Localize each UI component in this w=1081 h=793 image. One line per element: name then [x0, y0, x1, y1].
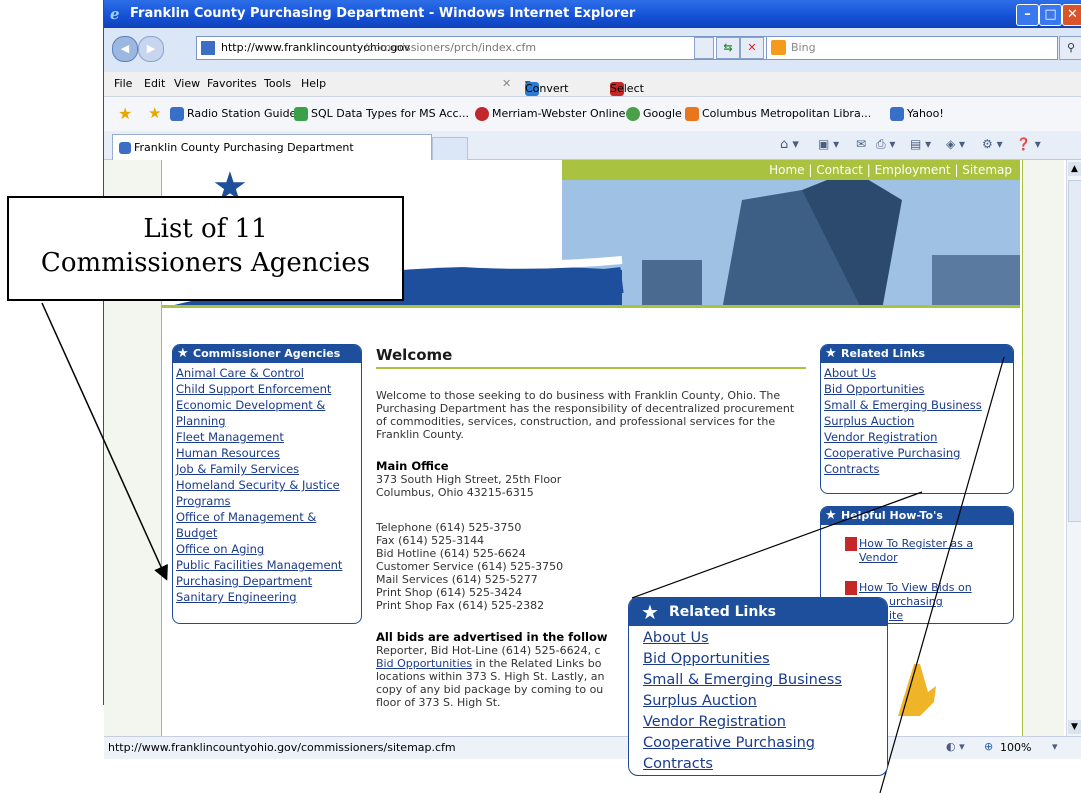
zoomed-related-links-list: About Us Bid Opportunities Small & Emerg… [629, 626, 887, 775]
arrow-to-purchasing [41, 302, 168, 581]
zoomed-related-link[interactable]: Cooperative Purchasing [629, 733, 887, 754]
zoomed-related-link[interactable]: Vendor Registration [629, 712, 887, 733]
zoomed-related-links-header: ★ Related Links [629, 598, 887, 626]
zoomed-related-link[interactable]: Small & Emerging Business [629, 670, 887, 691]
zoomed-related-link[interactable]: Bid Opportunities [629, 649, 887, 670]
zoomed-related-link[interactable]: About Us [629, 628, 887, 649]
zoom-line-top [631, 491, 923, 599]
zoomed-related-links-title: Related Links [669, 604, 776, 620]
zoomed-related-link[interactable]: Contracts [629, 754, 887, 775]
zoomed-related-links-box: ★ Related Links About Us Bid Opportunitie… [628, 597, 888, 776]
zoomed-related-link[interactable]: Surplus Auction [629, 691, 887, 712]
zoom-line-right [879, 356, 1005, 793]
star-icon: ★ [641, 600, 659, 624]
annotation-lines [41, 302, 1005, 793]
